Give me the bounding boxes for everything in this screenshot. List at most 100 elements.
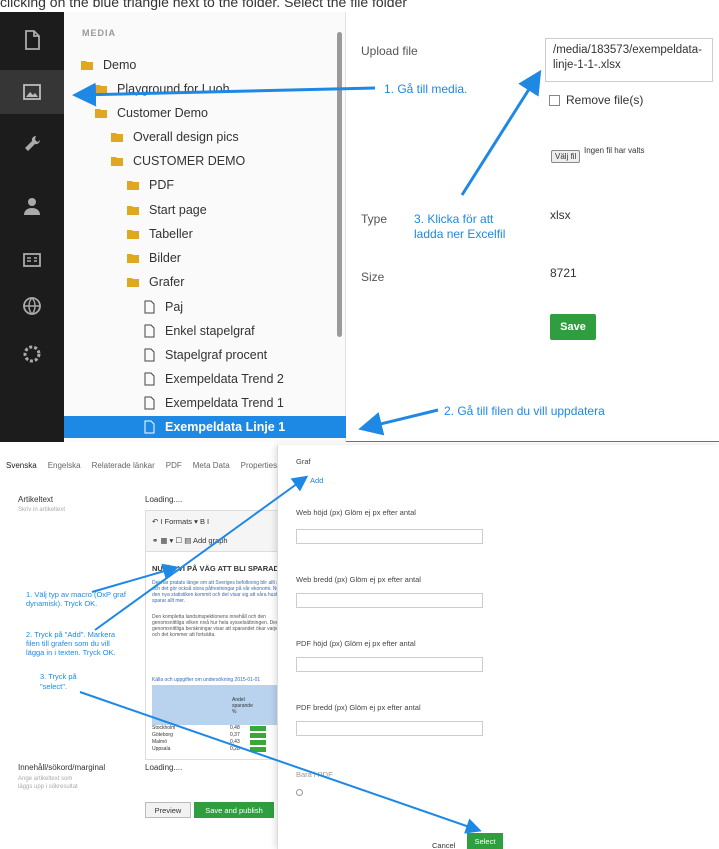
file-icon [144,300,155,314]
file-icon [144,348,155,362]
cancel-button[interactable]: Cancel [432,841,455,849]
web-height-input[interactable] [296,529,483,544]
tree-item-pdf[interactable]: PDF [126,174,174,196]
size-value: 8721 [550,266,577,280]
tree-item-linje-1[interactable]: Exempeldata Linje 1 [64,416,346,438]
table-header-text: Andel sparande % [232,697,253,715]
table-caption: Källa och uppgifter om undersökning 2015… [152,677,261,683]
folder-icon [95,85,107,94]
tree-scrollbar[interactable] [337,32,342,337]
app-sidebar [0,12,64,442]
tree-item-trend-2[interactable]: Exempeldata Trend 2 [142,368,284,390]
editor-section: Svenska Engelska Relaterade länkar PDF M… [0,445,719,849]
image-icon [23,84,41,100]
remove-file-checkbox[interactable] [549,95,560,106]
wrench-icon [25,135,41,151]
loading-text-2: Loading.... [145,763,183,772]
members-nav[interactable] [0,238,64,282]
tab-svenska[interactable]: Svenska [6,461,37,470]
pdf-height-input[interactable] [296,657,483,672]
tab-relaterade[interactable]: Relaterade länkar [92,461,155,470]
folder-icon [127,254,139,263]
content-editor: Svenska Engelska Relaterade länkar PDF M… [0,445,290,849]
tab-meta-data[interactable]: Meta Data [193,461,230,470]
tree-item-customer-demo-caps[interactable]: CUSTOMER DEMO [110,150,245,172]
article-label: Artikeltext [18,495,54,504]
translation-nav[interactable] [0,284,64,328]
doc-body: Den kompletta landsinspektionens innehål… [152,614,284,638]
tree-item-stapelgraf-procent[interactable]: Stapelgraf procent [142,344,267,366]
web-height-label: Web höjd (px) Glöm ej px efter antal [296,508,416,517]
folder-icon [127,230,139,239]
tree-item-bilder[interactable]: Bilder [126,247,181,269]
pdf-width-input[interactable] [296,721,483,736]
tab-pdf[interactable]: PDF [166,461,182,470]
tree-item-tabeller[interactable]: Tabeller [126,223,193,245]
rte-toolbar: ↶ I Formats ▾ B I ⚭ ▦ ▾ ☐ ▤ Add graph [145,510,290,552]
search-label: Innehåll/sökord/marginal [18,763,106,772]
users-nav[interactable] [0,184,64,228]
file-icon [144,420,155,434]
upload-file-label: Upload file [361,44,418,58]
folder-icon [127,206,139,215]
file-icon [144,396,155,410]
choose-file-button[interactable]: Välj fil [551,150,581,163]
search-help: Ange artikeltext som läggs upp i sökresu… [18,776,78,790]
tree-item-customer-demo[interactable]: Customer Demo [94,102,208,124]
tab-properties[interactable]: Properties [241,461,277,470]
table-header: Andel sparande % [152,685,286,725]
editor-tabs: Svenska Engelska Relaterade länkar PDF M… [6,461,288,470]
tab-engelska[interactable]: Engelska [48,461,81,470]
remove-file-label: Remove file(s) [566,93,644,107]
table-row: Uppsala 0,28 [152,746,286,753]
folder-icon [81,61,93,70]
graph-dialog: Graf Add Web höjd (px) Glöm ej px efter … [277,445,719,849]
tree-item-enkel-stapelgraf[interactable]: Enkel stapelgraf [142,320,255,342]
doc-heading: NU ÄR VI PÅ VÄG ATT BLI SPARADE [152,564,284,573]
toolbar-row-1[interactable]: ↶ I Formats ▾ B I [152,517,209,526]
add-radio[interactable] [298,478,304,484]
doc-table: Andel sparande % Stockholm 0,48 Göteborg 0… [152,685,286,753]
add-link[interactable]: Add [310,476,323,485]
tree-item-grafer[interactable]: Grafer [126,271,184,293]
folder-icon [95,109,107,118]
save-and-publish-button[interactable]: Save and publish [194,802,274,818]
web-width-input[interactable] [296,593,483,608]
annotation-step3-line1: 3. Klicka för att [414,212,494,226]
table-row: Malmö 0,43 [152,739,286,746]
annotation-b3-line1: 3. Tryck på [40,672,77,681]
pdf-only-label: Bara i PDF [296,770,333,779]
select-button[interactable]: Select [467,833,503,849]
tree-item-start-page[interactable]: Start page [126,199,207,221]
annotation-step2: 2. Gå till filen du vill uppdatera [444,404,605,418]
media-section: MEDIA Demo Playground for Luoh Customer … [0,12,719,442]
document-icon [25,30,40,50]
toolbar-row-2[interactable]: ⚭ ▦ ▾ ☐ ▤ Add graph [152,536,228,545]
annotation-b2: 2. Tryck på "Add". Markera filen till gr… [26,630,116,657]
id-card-icon [23,253,41,267]
save-button[interactable]: Save [550,314,596,340]
tree-item-paj[interactable]: Paj [142,296,183,318]
no-file-text: Ingen fil har valts [584,146,645,155]
tree-item-overall-design[interactable]: Overall design pics [110,126,239,148]
annotation-b3-line2: "select". [40,682,68,691]
folder-icon [127,181,139,190]
settings-nav[interactable] [0,122,64,166]
media-edit-form: Upload file /media/183573/exempeldata-li… [346,12,719,442]
globe-icon [23,297,41,315]
preview-button[interactable]: Preview [145,802,191,818]
forms-nav[interactable] [0,332,64,376]
content-nav[interactable] [0,18,64,62]
rte-content[interactable]: NU ÄR VI PÅ VÄG ATT BLI SPARADE Det har … [145,552,290,760]
tree-item-demo[interactable]: Demo [80,54,136,76]
caption-text: clicking on the blue triangle next to th… [0,0,408,10]
media-nav[interactable] [0,70,64,114]
annotation-step3-line2: ladda ner Excelfil [414,227,506,241]
upload-file-link[interactable]: /media/183573/exempeldata-linje-1-1-.xls… [545,38,713,82]
tree-item-trend-1[interactable]: Exempeldata Trend 1 [142,392,284,414]
tree-header: MEDIA [82,28,116,38]
loading-text: Loading.... [145,495,183,504]
pdf-only-checkbox[interactable] [296,789,303,796]
tree-item-playground[interactable]: Playground for Luoh [94,78,230,100]
user-icon [24,198,40,215]
